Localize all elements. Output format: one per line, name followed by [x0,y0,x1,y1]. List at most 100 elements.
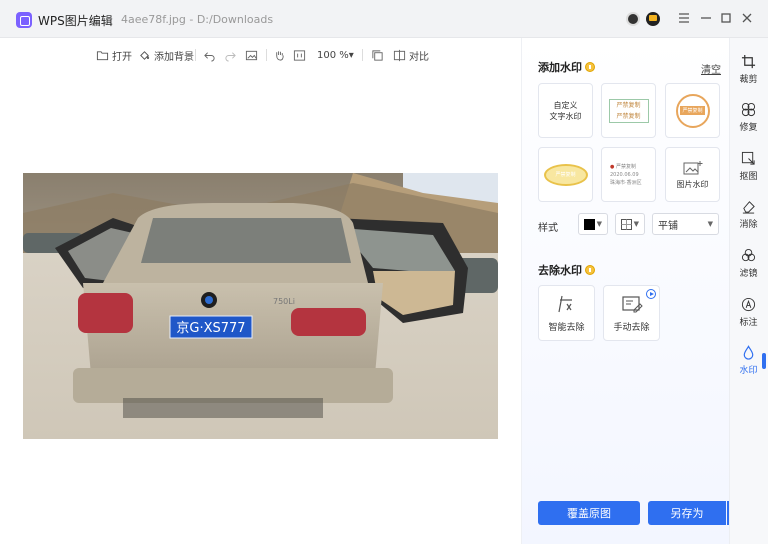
app-logo-icon [16,12,32,28]
folder-icon [96,50,109,60]
remove-watermark-title-text: 去除水印 [538,264,582,277]
file-name: 4aee78f.jpg - D:/Downloads [121,13,274,26]
overwrite-original-button[interactable]: 覆盖原图 [538,501,640,525]
location-title: 严禁复制 [615,163,636,170]
add-watermark-title-text: 添加水印 [538,61,582,74]
stamp-text-1: 严禁复制 [616,101,641,109]
custom-text-watermark-label: 自定义 文字水印 [549,100,582,121]
zoom-select[interactable]: 100 %▾ [317,46,354,64]
close-icon[interactable] [739,10,755,26]
minimize-icon[interactable] [698,10,714,26]
toolbar-divider [362,49,363,61]
stamp-watermark-card-1[interactable]: 严禁复制 严禁复制 [601,83,656,138]
eraser-icon [742,201,755,214]
fit-image-button[interactable] [245,46,258,64]
copy-button[interactable] [371,46,384,64]
menu-icon[interactable] [676,10,692,26]
stamp-watermark-preview: 严禁复制 严禁复制 [608,98,649,123]
coin-icon [585,265,595,275]
add-background-button[interactable]: 添加背景 [138,46,194,64]
smart-remove-icon [557,295,572,312]
pattern-picker[interactable]: ▼ [615,213,645,235]
crop-icon [741,54,756,69]
repair-icon [741,102,756,117]
location-watermark-preview: ● 严禁复制 2020.06.09 珠海市·香洲区 [602,163,655,187]
open-label: 打开 [112,51,132,63]
image-watermark-label: 图片水印 [676,179,709,189]
sidebar-item-cutout[interactable]: 抠图 [729,151,768,182]
vip-badge-icon[interactable] [646,12,660,26]
chevron-down-icon: ▼ [633,220,639,228]
color-swatch [584,218,595,230]
oval-stamp-preview: 严禁复制 [543,163,588,186]
sidebar-item-label: 消除 [739,220,758,230]
custom-text-watermark-card[interactable]: 自定义 文字水印 [538,83,593,138]
manual-remove-icon [621,295,643,312]
actual-size-button[interactable] [293,46,306,64]
maximize-icon[interactable] [718,10,734,26]
chevron-down-icon: ▼ [596,220,602,228]
location-place: 珠海市·香洲区 [610,179,642,186]
title-bar: WPS图片编辑 4aee78f.jpg - D:/Downloads [0,0,768,38]
stamp-watermark-card-3[interactable]: 严禁复制 [538,147,593,202]
clear-link[interactable]: 清空 [701,61,721,76]
round-stamp-text: 严禁复制 [680,106,705,115]
sidebar-item-label: 水印 [739,366,758,376]
paint-bucket-icon [140,50,150,60]
filter-icon [741,248,756,262]
location-watermark-card[interactable]: ● 严禁复制 2020.06.09 珠海市·香洲区 [601,147,656,202]
toolbar-divider [266,49,267,61]
save-as-button[interactable]: 另存为 [648,501,726,525]
location-pin-icon: ● [610,163,615,170]
add-background-label: 添加背景 [154,51,194,63]
undo-icon [204,51,215,62]
sidebar-item-repair[interactable]: 修复 [729,102,768,133]
model-badge: 750Li [273,297,295,306]
sidebar-item-label: 修复 [739,123,758,133]
pattern-icon [621,218,632,230]
pan-button[interactable] [273,46,286,64]
oval-stamp-text: 严禁复制 [555,172,576,178]
compare-icon [393,49,406,61]
watermark-icon [743,345,754,360]
coin-icon [585,62,595,72]
sidebar-item-label: 裁剪 [739,75,758,85]
sidebar-item-erase[interactable]: 消除 [729,199,768,230]
image-icon [245,50,258,60]
sidebar-item-label: 抠图 [739,172,758,182]
image-toolbar: 打开 添加背景 100 %▾ 对比 [0,46,521,64]
smart-remove-label: 智能去除 [548,322,585,333]
smart-remove-button[interactable]: 智能去除 [538,285,595,341]
copy-icon [372,49,383,61]
open-button[interactable]: 打开 [96,46,132,64]
sidebar-item-annotate[interactable]: 标注 [729,297,768,328]
color-picker[interactable]: ▼ [578,213,608,235]
manual-remove-label: 手动去除 [613,322,650,333]
redo-icon [225,51,236,62]
remove-watermark-title: 去除水印 [538,262,595,278]
undo-button[interactable] [203,46,216,64]
manual-remove-button[interactable]: 手动去除 [603,285,660,341]
cutout-icon [741,151,755,165]
sidebar-item-label: 滤镜 [739,269,758,279]
sidebar-item-crop[interactable]: 裁剪 [729,54,768,85]
location-date: 2020.06.09 [610,171,639,178]
chevron-down-icon: ▼ [707,220,713,228]
compare-button[interactable]: 对比 [393,46,429,64]
add-watermark-title: 添加水印 [538,59,595,75]
tile-select[interactable]: 平铺 ▼ [652,213,719,235]
user-avatar[interactable] [626,12,640,26]
zoom-level: 100 %▾ [317,49,354,61]
play-icon[interactable] [646,289,656,299]
image-watermark-card[interactable]: 图片水印 [665,147,720,202]
actual-size-icon [293,49,306,61]
round-stamp-preview: 严禁复制 [675,93,710,128]
edited-photo[interactable]: 京G·XS777 750Li [23,173,498,439]
license-plate: 京G·XS777 [176,321,245,336]
annotate-icon [741,297,756,312]
tile-select-value: 平铺 [658,220,678,232]
redo-button[interactable] [224,46,237,64]
stamp-watermark-card-2[interactable]: 严禁复制 [665,83,720,138]
sidebar-item-filter[interactable]: 滤镜 [729,248,768,279]
toolbar-divider [195,49,196,61]
